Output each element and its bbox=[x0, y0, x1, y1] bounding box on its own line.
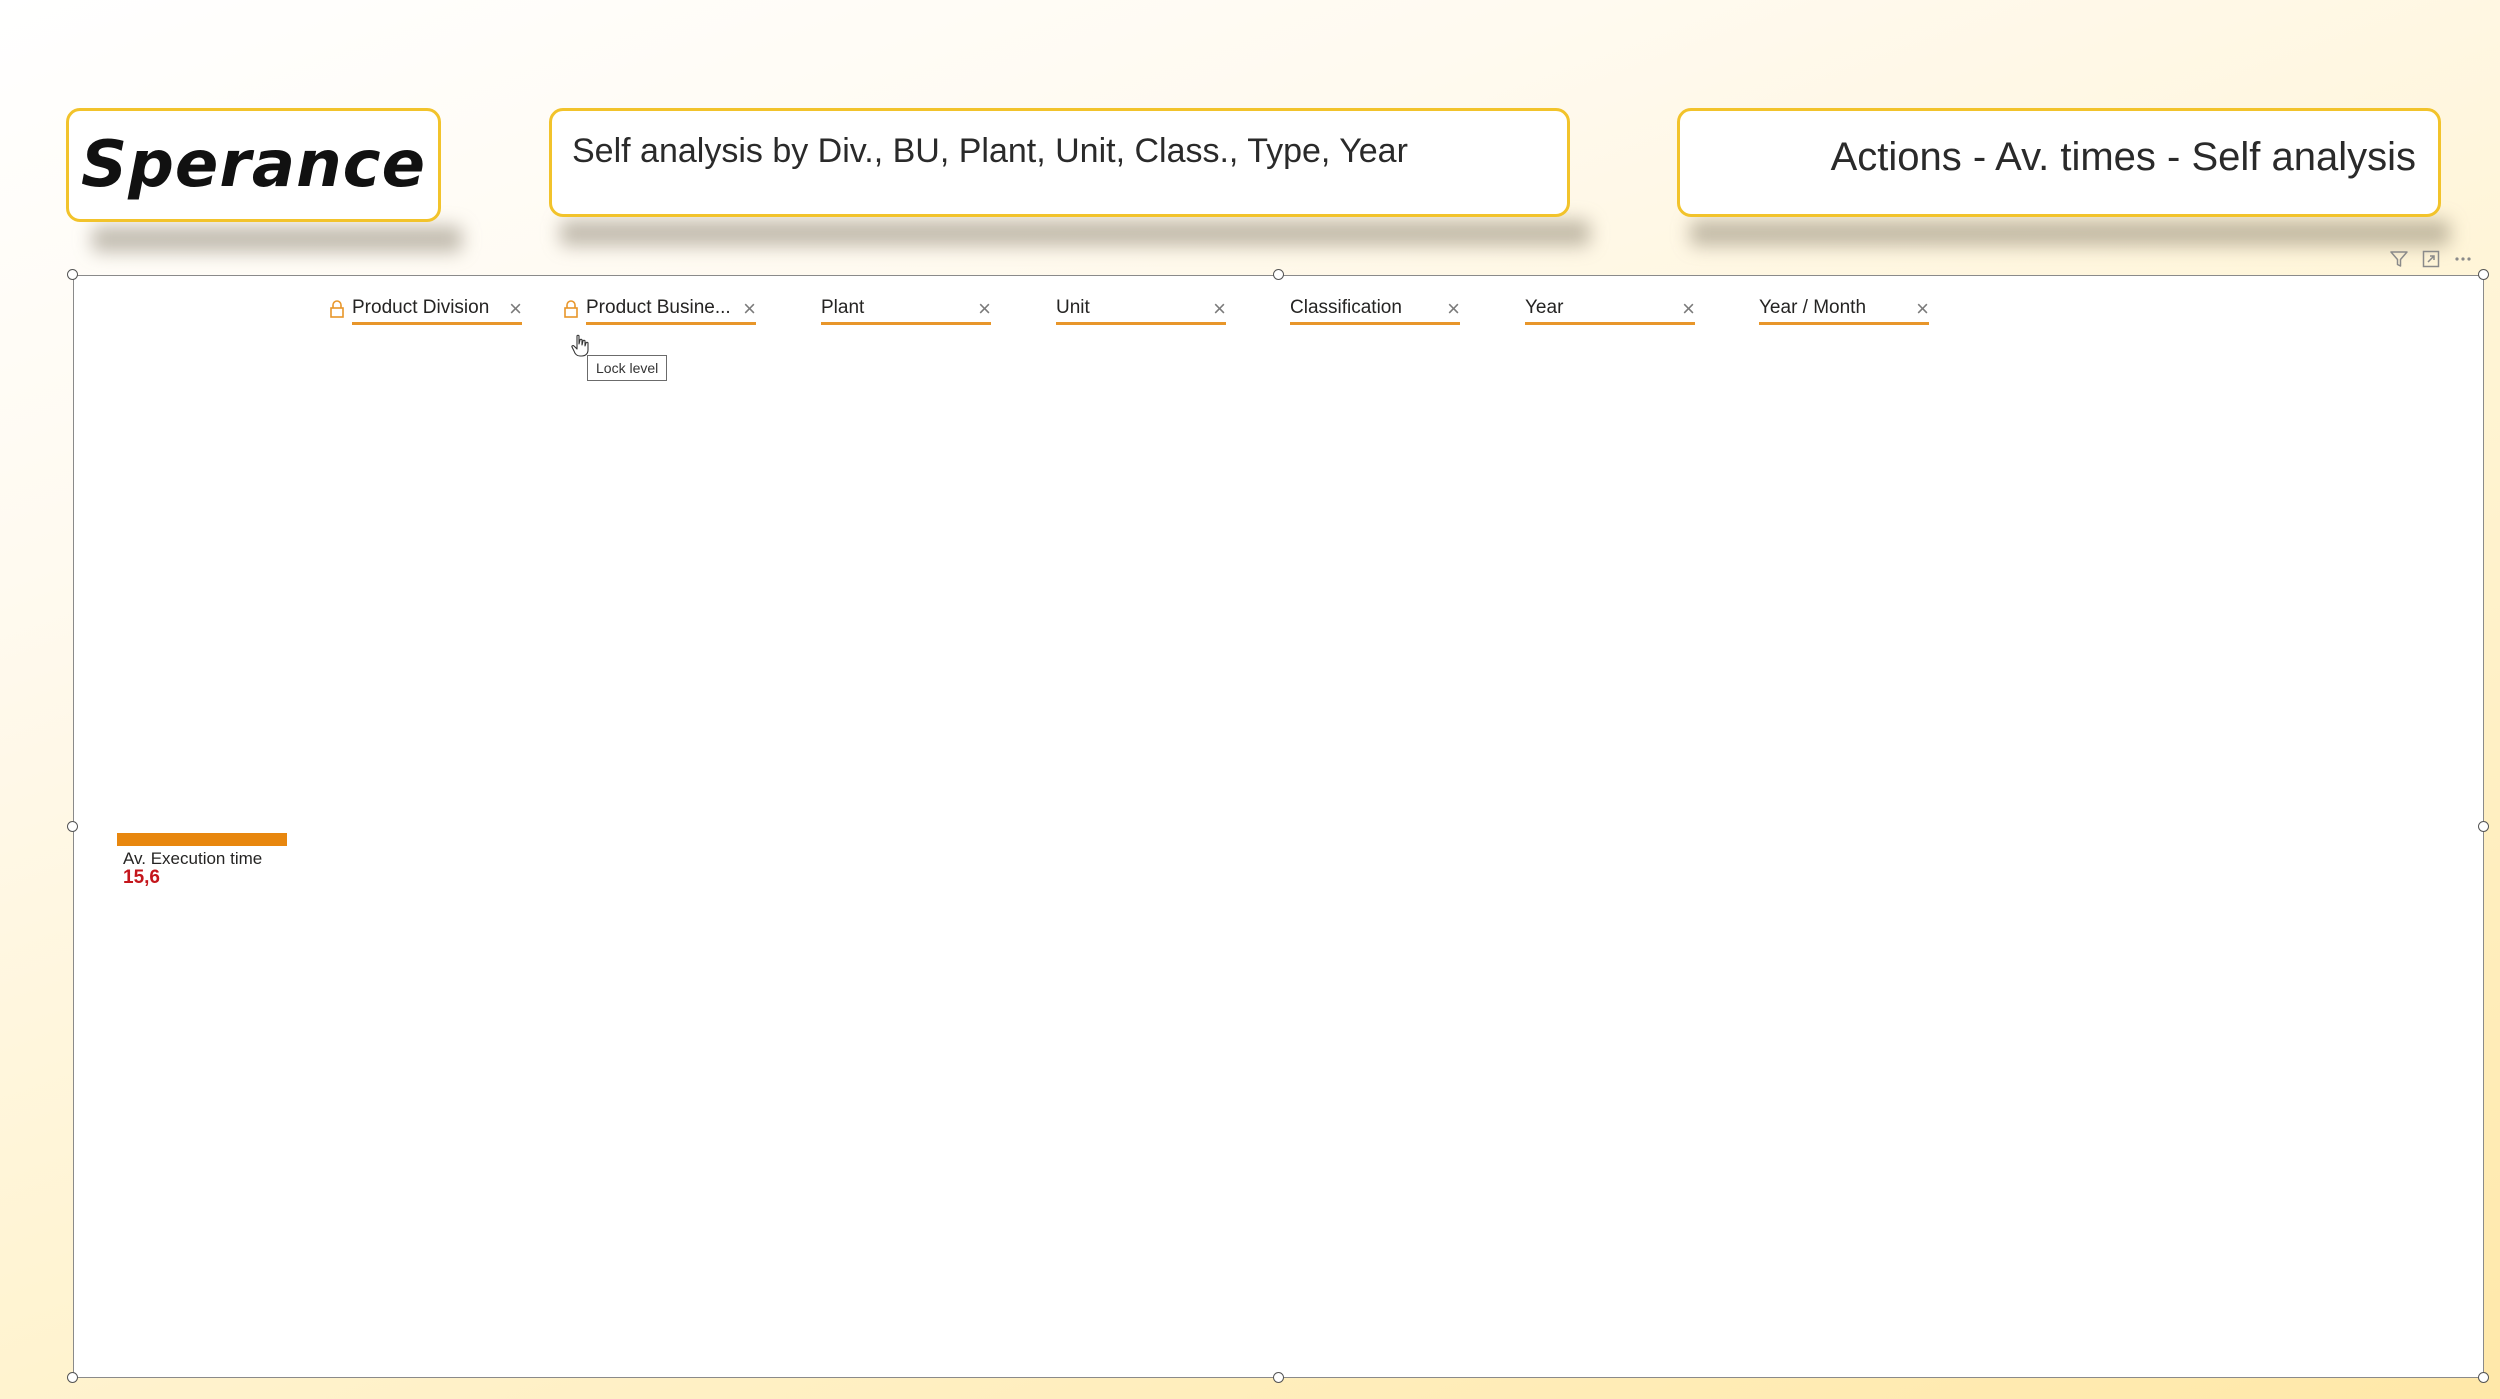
resize-handle-top-left[interactable] bbox=[67, 269, 78, 280]
subtitle-card: Self analysis by Div., BU, Plant, Unit, … bbox=[549, 108, 1570, 217]
level-label: Product Division bbox=[352, 297, 490, 318]
resize-handle-bottom-left[interactable] bbox=[67, 1372, 78, 1383]
level-header-product-business-unit[interactable]: Product Busine... × bbox=[586, 297, 756, 325]
level-label: Unit bbox=[1056, 297, 1090, 318]
subtitle-card-shadow bbox=[560, 220, 1590, 246]
resize-handle-top-right[interactable] bbox=[2478, 269, 2489, 280]
level-header-plant[interactable]: Plant × bbox=[821, 297, 991, 325]
level-header-unit[interactable]: Unit × bbox=[1056, 297, 1226, 325]
close-icon[interactable]: × bbox=[1682, 297, 1695, 321]
close-icon[interactable]: × bbox=[743, 297, 756, 321]
level-label: Classification bbox=[1290, 297, 1402, 318]
level-header-classification[interactable]: Classification × bbox=[1290, 297, 1460, 325]
brand-card-shadow bbox=[92, 226, 462, 252]
brand-logo-text: Sperance bbox=[81, 128, 426, 202]
resize-handle-top-center[interactable] bbox=[1273, 269, 1284, 280]
lock-icon[interactable] bbox=[563, 299, 579, 319]
focus-mode-icon[interactable] bbox=[2420, 248, 2442, 270]
lock-icon[interactable] bbox=[329, 299, 345, 319]
level-header-year[interactable]: Year × bbox=[1525, 297, 1695, 325]
root-node-value: 15,6 bbox=[123, 867, 160, 888]
title-card: Actions - Av. times - Self analysis bbox=[1677, 108, 2441, 217]
level-label: Year bbox=[1525, 297, 1564, 318]
page-title: Actions - Av. times - Self analysis bbox=[1830, 135, 2416, 179]
close-icon[interactable]: × bbox=[509, 297, 522, 321]
resize-handle-middle-left[interactable] bbox=[67, 821, 78, 832]
level-label: Product Busine... bbox=[586, 297, 731, 318]
resize-handle-bottom-right[interactable] bbox=[2478, 1372, 2489, 1383]
resize-handle-middle-right[interactable] bbox=[2478, 821, 2489, 832]
close-icon[interactable]: × bbox=[1447, 297, 1460, 321]
level-label: Year / Month bbox=[1759, 297, 1867, 318]
close-icon[interactable]: × bbox=[1916, 297, 1929, 321]
tooltip: Lock level bbox=[587, 355, 668, 381]
close-icon[interactable]: × bbox=[1213, 297, 1226, 321]
root-node-label: Av. Execution time bbox=[123, 849, 263, 868]
visual-header-toolbar bbox=[2388, 248, 2474, 270]
root-node-bar[interactable] bbox=[117, 833, 287, 846]
close-icon[interactable]: × bbox=[978, 297, 991, 321]
decomposition-tree-visual[interactable] bbox=[73, 275, 2484, 1378]
resize-handle-bottom-center[interactable] bbox=[1273, 1372, 1284, 1383]
level-label: Plant bbox=[821, 297, 865, 318]
brand-card: Sperance bbox=[66, 108, 441, 222]
page-subtitle: Self analysis by Div., BU, Plant, Unit, … bbox=[572, 132, 1408, 170]
level-header-year-month[interactable]: Year / Month × bbox=[1759, 297, 1929, 325]
title-card-shadow bbox=[1690, 220, 2450, 246]
filter-icon[interactable] bbox=[2388, 248, 2410, 270]
level-header-product-division[interactable]: Product Division × bbox=[352, 297, 522, 325]
more-options-icon[interactable] bbox=[2452, 248, 2474, 270]
